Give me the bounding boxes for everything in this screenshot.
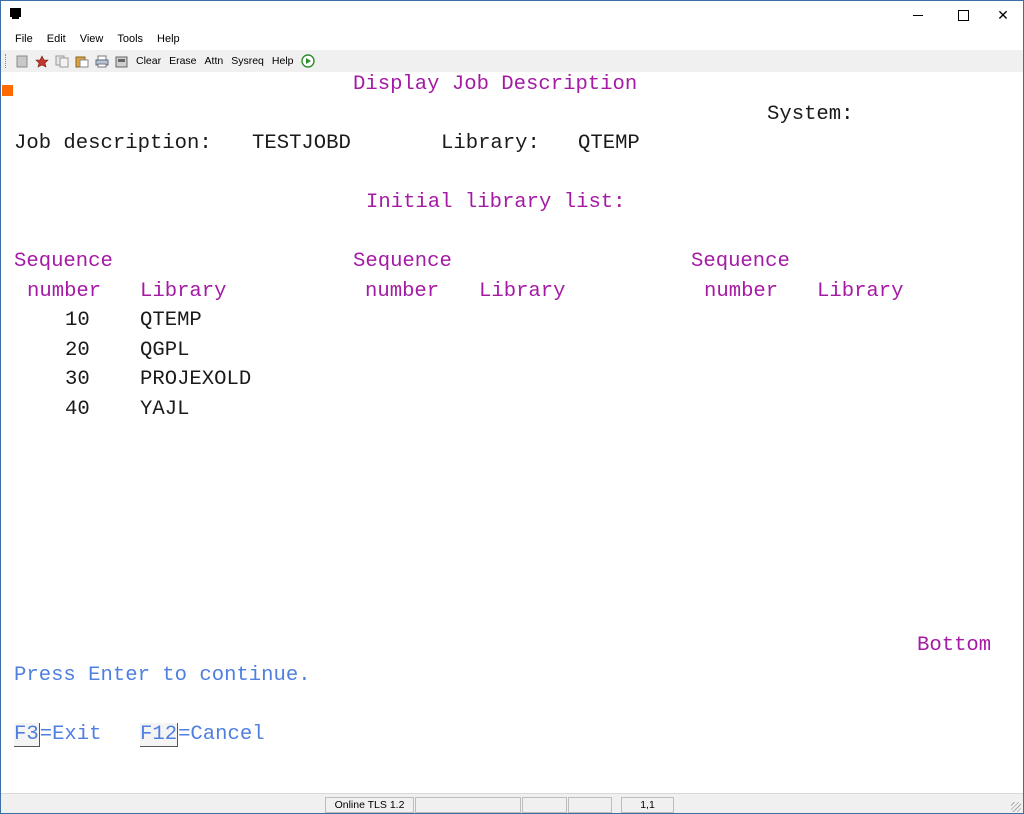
- col-number-2: number: [365, 280, 440, 303]
- menu-tools[interactable]: Tools: [110, 30, 150, 48]
- row-library: QGPL: [140, 339, 190, 362]
- terminal-screen[interactable]: Display Job Description System: Job desc…: [1, 73, 1023, 793]
- maximize-button[interactable]: [946, 1, 980, 29]
- menu-help[interactable]: Help: [150, 30, 187, 48]
- status-cell-empty: [415, 797, 521, 813]
- print-icon[interactable]: [95, 54, 109, 68]
- row-library: PROJEXOLD: [140, 368, 252, 391]
- minimize-icon: [913, 14, 923, 16]
- paste-icon[interactable]: [75, 54, 89, 68]
- title-bar: ✕: [1, 1, 1023, 29]
- job-description-label: Job description:: [14, 132, 212, 155]
- bottom-indicator: Bottom: [917, 634, 992, 657]
- menu-view[interactable]: View: [73, 30, 111, 48]
- status-cell-empty: [568, 797, 612, 813]
- app-icon: [10, 8, 21, 19]
- f3-action-text: =Exit: [39, 723, 102, 746]
- col-sequence-2: Sequence: [353, 250, 452, 273]
- col-sequence-1: Sequence: [14, 250, 113, 273]
- help-button[interactable]: Help: [268, 55, 298, 67]
- col-number-3: number: [704, 280, 779, 303]
- row-seq: 10: [65, 309, 90, 332]
- settings-icon[interactable]: [115, 54, 129, 68]
- status-bar: Online TLS 1.2 1,1: [1, 793, 1023, 813]
- f12-action-text: =Cancel: [178, 723, 265, 746]
- continue-prompt: Press Enter to continue.: [14, 664, 311, 687]
- system-label: System:: [767, 103, 854, 126]
- new-session-icon[interactable]: [15, 54, 29, 68]
- play-icon[interactable]: [300, 54, 315, 68]
- f12-key-label[interactable]: F12: [140, 723, 179, 747]
- minimize-button[interactable]: [901, 1, 935, 29]
- macro-icon[interactable]: [35, 54, 49, 68]
- library-label: Library:: [441, 132, 540, 155]
- f3-key-label[interactable]: F3: [14, 723, 40, 747]
- initial-library-list-heading: Initial library list:: [366, 191, 626, 214]
- col-number-1: number: [27, 280, 102, 303]
- toolbar: Clear Erase Attn Sysreq Help: [1, 50, 1023, 72]
- sysreq-button[interactable]: Sysreq: [227, 55, 268, 67]
- attn-button[interactable]: Attn: [201, 55, 228, 67]
- maximize-icon: [957, 9, 969, 21]
- row-library: QTEMP: [140, 309, 202, 332]
- menu-edit[interactable]: Edit: [40, 30, 73, 48]
- row-seq: 40: [65, 398, 90, 421]
- f12-cancel-key[interactable]: F12=Cancel: [140, 723, 265, 747]
- screen-title: Display Job Description: [353, 73, 638, 96]
- row-library: YAJL: [140, 398, 190, 421]
- f3-exit-key[interactable]: F3=Exit: [14, 723, 102, 747]
- clear-button[interactable]: Clear: [132, 55, 165, 67]
- erase-button[interactable]: Erase: [165, 55, 200, 67]
- cursor-position: 1,1: [621, 797, 674, 813]
- col-library-1: Library: [140, 280, 227, 303]
- row-seq: 30: [65, 368, 90, 391]
- toolbar-grip[interactable]: [5, 54, 9, 68]
- resize-grip[interactable]: [1011, 802, 1021, 812]
- col-library-3: Library: [817, 280, 904, 303]
- col-library-2: Library: [479, 280, 566, 303]
- close-icon: ✕: [997, 6, 1009, 23]
- connection-status: Online TLS 1.2: [325, 797, 414, 813]
- row-seq: 20: [65, 339, 90, 362]
- menu-file[interactable]: File: [1, 30, 40, 48]
- terminal-window: ✕ File Edit View Tools Help Clear Erase …: [0, 0, 1024, 814]
- menu-bar: File Edit View Tools Help: [1, 30, 1023, 48]
- status-cell-empty: [522, 797, 567, 813]
- close-button[interactable]: ✕: [986, 1, 1020, 29]
- copy-icon[interactable]: [55, 54, 69, 68]
- job-description-value: TESTJOBD: [252, 132, 351, 155]
- library-value: QTEMP: [578, 132, 640, 155]
- col-sequence-3: Sequence: [691, 250, 790, 273]
- text-cursor: [2, 85, 13, 96]
